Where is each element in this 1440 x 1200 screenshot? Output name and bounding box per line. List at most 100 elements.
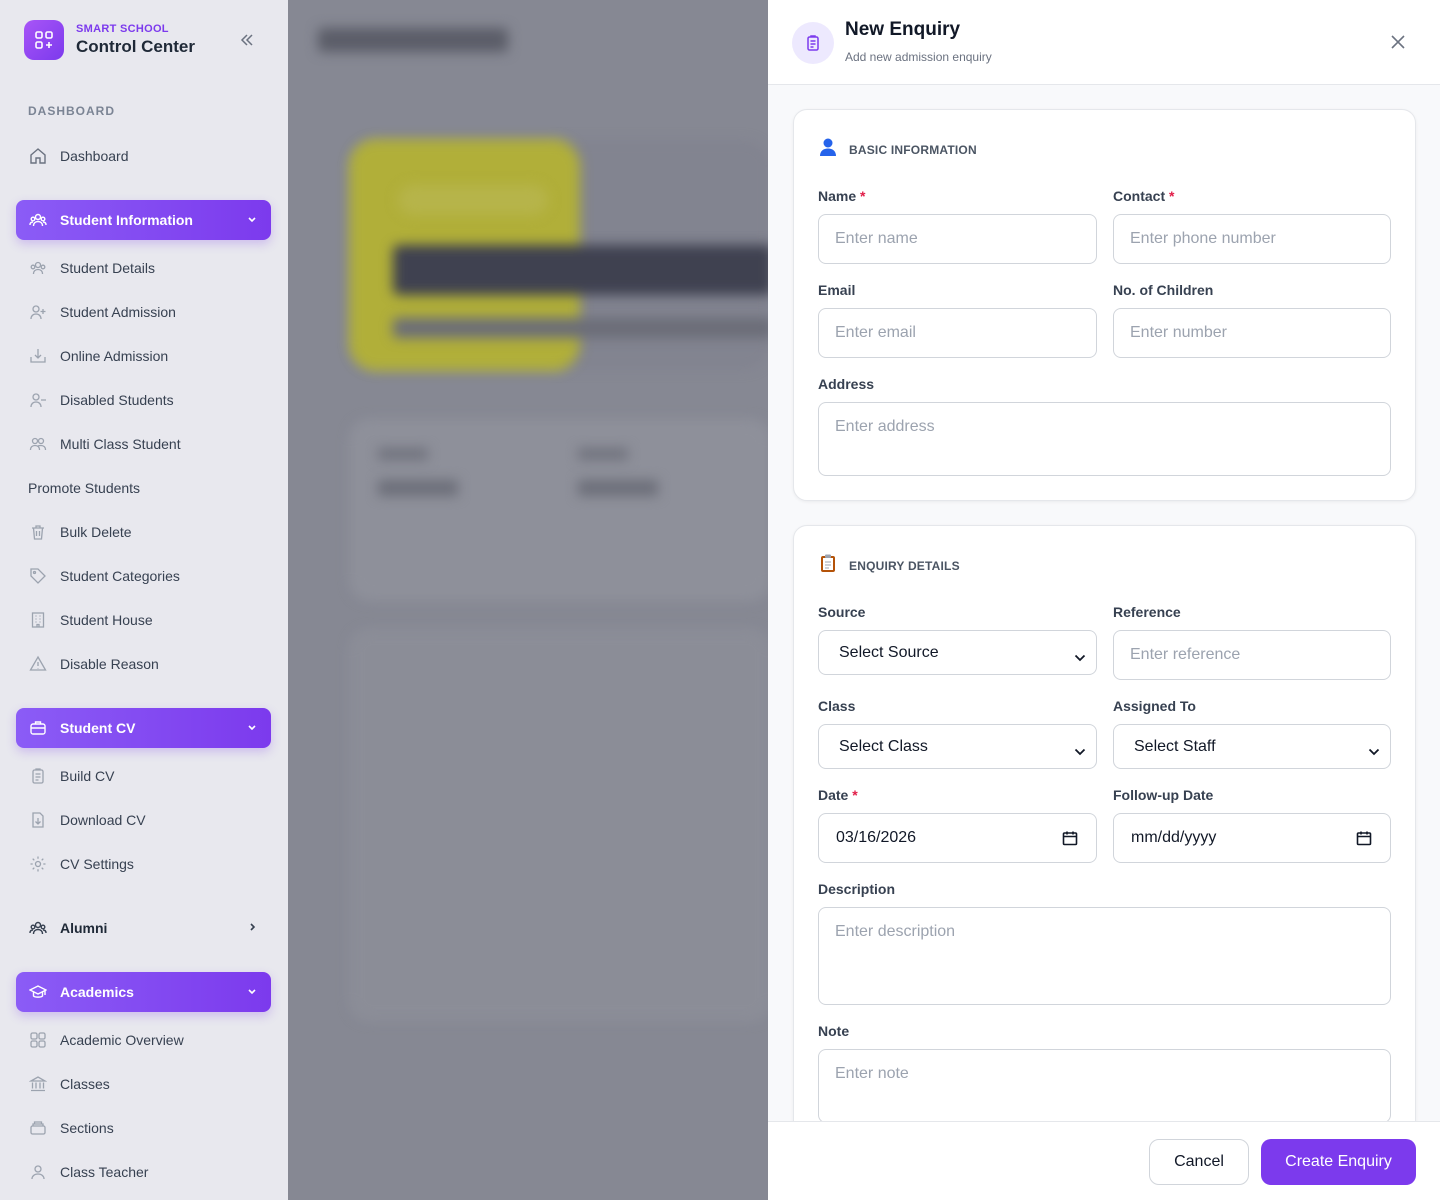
sidebar-item-promote-students[interactable]: Promote Students [16,466,271,510]
clipboard-icon [792,22,834,64]
drawer-footer: Cancel Create Enquiry [768,1121,1440,1200]
followup-date-input[interactable]: mm/dd/yyyy [1113,813,1391,863]
sidebar-item-bulk-delete[interactable]: Bulk Delete [16,510,271,554]
sidebar-item-multi-class-student[interactable]: Multi Class Student [16,422,271,466]
sidebar-item-academic-overview[interactable]: Academic Overview [16,1018,271,1062]
chevron-down-icon [1074,649,1086,667]
user-icon [28,1162,48,1182]
sidebar-item-label: CV Settings [60,856,134,872]
contact-input[interactable]: Enter phone number [1113,214,1391,264]
sidebar-group-label: Student CV [60,720,136,736]
blurred-table-card [350,630,768,1020]
chevron-down-icon [1074,743,1086,761]
chevron-down-icon [245,720,259,737]
create-enquiry-button[interactable]: Create Enquiry [1261,1139,1416,1185]
drawer-header: New Enquiry Add new admission enquiry [768,0,1440,85]
section-label-dashboard: DASHBOARD [28,104,115,118]
children-input[interactable]: Enter number [1113,308,1391,358]
sidebar-item-label: Student House [60,612,153,628]
date-value: 03/16/2026 [836,829,917,846]
chevron-right-icon [245,920,259,937]
enquiry-details-card: ENQUIRY DETAILS Source Select Source Ref… [793,525,1416,1121]
calendar-icon[interactable] [1356,830,1372,851]
card-header: ENQUIRY DETAILS [818,553,960,578]
sidebar-group-alumni[interactable]: Alumni [16,908,271,948]
sidebar-item-label: Online Admission [60,348,169,364]
name-input[interactable]: Enter name [818,214,1097,264]
sidebar-item-label: Academic Overview [60,1032,184,1048]
sidebar-item-online-admission[interactable]: Online Admission [16,334,271,378]
users-icon [28,434,48,454]
user-minus-icon [28,390,48,410]
source-select[interactable]: Select Source [818,630,1097,675]
sidebar-item-label: Classes [60,1076,110,1092]
sidebar-item-label: Class Teacher [60,1164,149,1180]
select-value: Select Class [839,737,928,755]
close-icon[interactable] [1388,32,1408,52]
description-label: Description [818,881,896,897]
sidebar-item-build-cv[interactable]: Build CV [16,754,271,798]
address-textarea[interactable]: Enter address [818,402,1391,476]
sidebar-item-student-admission[interactable]: Student Admission [16,290,271,334]
blurred-stats-card [350,420,768,600]
brand-subtitle: SMART SCHOOL [76,23,169,35]
sidebar-item-student-details[interactable]: Student Details [16,246,271,290]
new-enquiry-drawer: New Enquiry Add new admission enquiry BA… [768,0,1440,1200]
cancel-button[interactable]: Cancel [1149,1139,1249,1185]
sidebar: SMART SCHOOL Control Center DASHBOARD Da… [0,0,288,1200]
sidebar-item-label: Bulk Delete [60,524,132,540]
drawer-body[interactable]: BASIC INFORMATION Name * Enter name Cont… [768,85,1440,1121]
sidebar-item-student-house[interactable]: Student House [16,598,271,642]
sidebar-item-classes[interactable]: Classes [16,1062,271,1106]
briefcase-icon [28,718,48,738]
brand[interactable]: SMART SCHOOL Control Center [24,20,195,60]
tag-icon [28,566,48,586]
sidebar-item-disabled-students[interactable]: Disabled Students [16,378,271,422]
user-plus-icon [28,302,48,322]
sidebar-item-dashboard[interactable]: Dashboard [16,134,271,178]
collapse-sidebar-icon[interactable] [236,30,258,50]
sidebar-group-academics[interactable]: Academics [16,972,271,1012]
sidebar-group-student-cv[interactable]: Student CV [16,708,271,748]
drawer-subtitle: Add new admission enquiry [845,50,992,64]
trash-icon [28,522,48,542]
blurred-stat-value [578,480,658,496]
sidebar-item-disable-reason[interactable]: Disable Reason [16,642,271,686]
blurred-hero-heading [393,245,768,295]
clipboard-icon [28,766,48,786]
sidebar-item-class-teacher[interactable]: Class Teacher [16,1150,271,1194]
sidebar-item-sections[interactable]: Sections [16,1106,271,1150]
sidebar-item-student-categories[interactable]: Student Categories [16,554,271,598]
blurred-stat-label [378,448,428,460]
card-header: BASIC INFORMATION [818,137,977,162]
home-icon [28,146,48,166]
card-heading: ENQUIRY DETAILS [849,558,960,573]
blurred-hero-text [393,318,768,338]
file-download-icon [28,810,48,830]
assigned-label: Assigned To [1113,698,1196,714]
reference-input[interactable]: Enter reference [1113,630,1391,680]
calendar-icon[interactable] [1062,830,1078,851]
date-input[interactable]: 03/16/2026 [818,813,1097,863]
address-label: Address [818,376,875,392]
class-select[interactable]: Select Class [818,724,1097,769]
sidebar-item-cv-settings[interactable]: CV Settings [16,842,271,886]
note-textarea[interactable]: Enter note [818,1049,1391,1121]
drawer-title: New Enquiry [845,19,961,40]
users-icon [28,210,48,230]
sidebar-item-download-cv[interactable]: Download CV [16,798,271,842]
select-value: Select Staff [1134,737,1216,755]
source-label: Source [818,604,866,620]
select-value: Select Source [839,643,939,661]
description-textarea[interactable]: Enter description [818,907,1391,1005]
sidebar-item-label: Build CV [60,768,115,784]
sidebar-group-student-information[interactable]: Student Information [16,200,271,240]
sidebar-item-label: Student Admission [60,304,176,320]
email-input[interactable]: Enter email [818,308,1097,358]
assigned-select[interactable]: Select Staff [1113,724,1391,769]
modal-backdrop[interactable] [288,0,768,1200]
users-icon [28,258,48,278]
blurred-page-title [318,28,508,52]
inbox-download-icon [28,346,48,366]
chevron-down-icon [245,212,259,229]
